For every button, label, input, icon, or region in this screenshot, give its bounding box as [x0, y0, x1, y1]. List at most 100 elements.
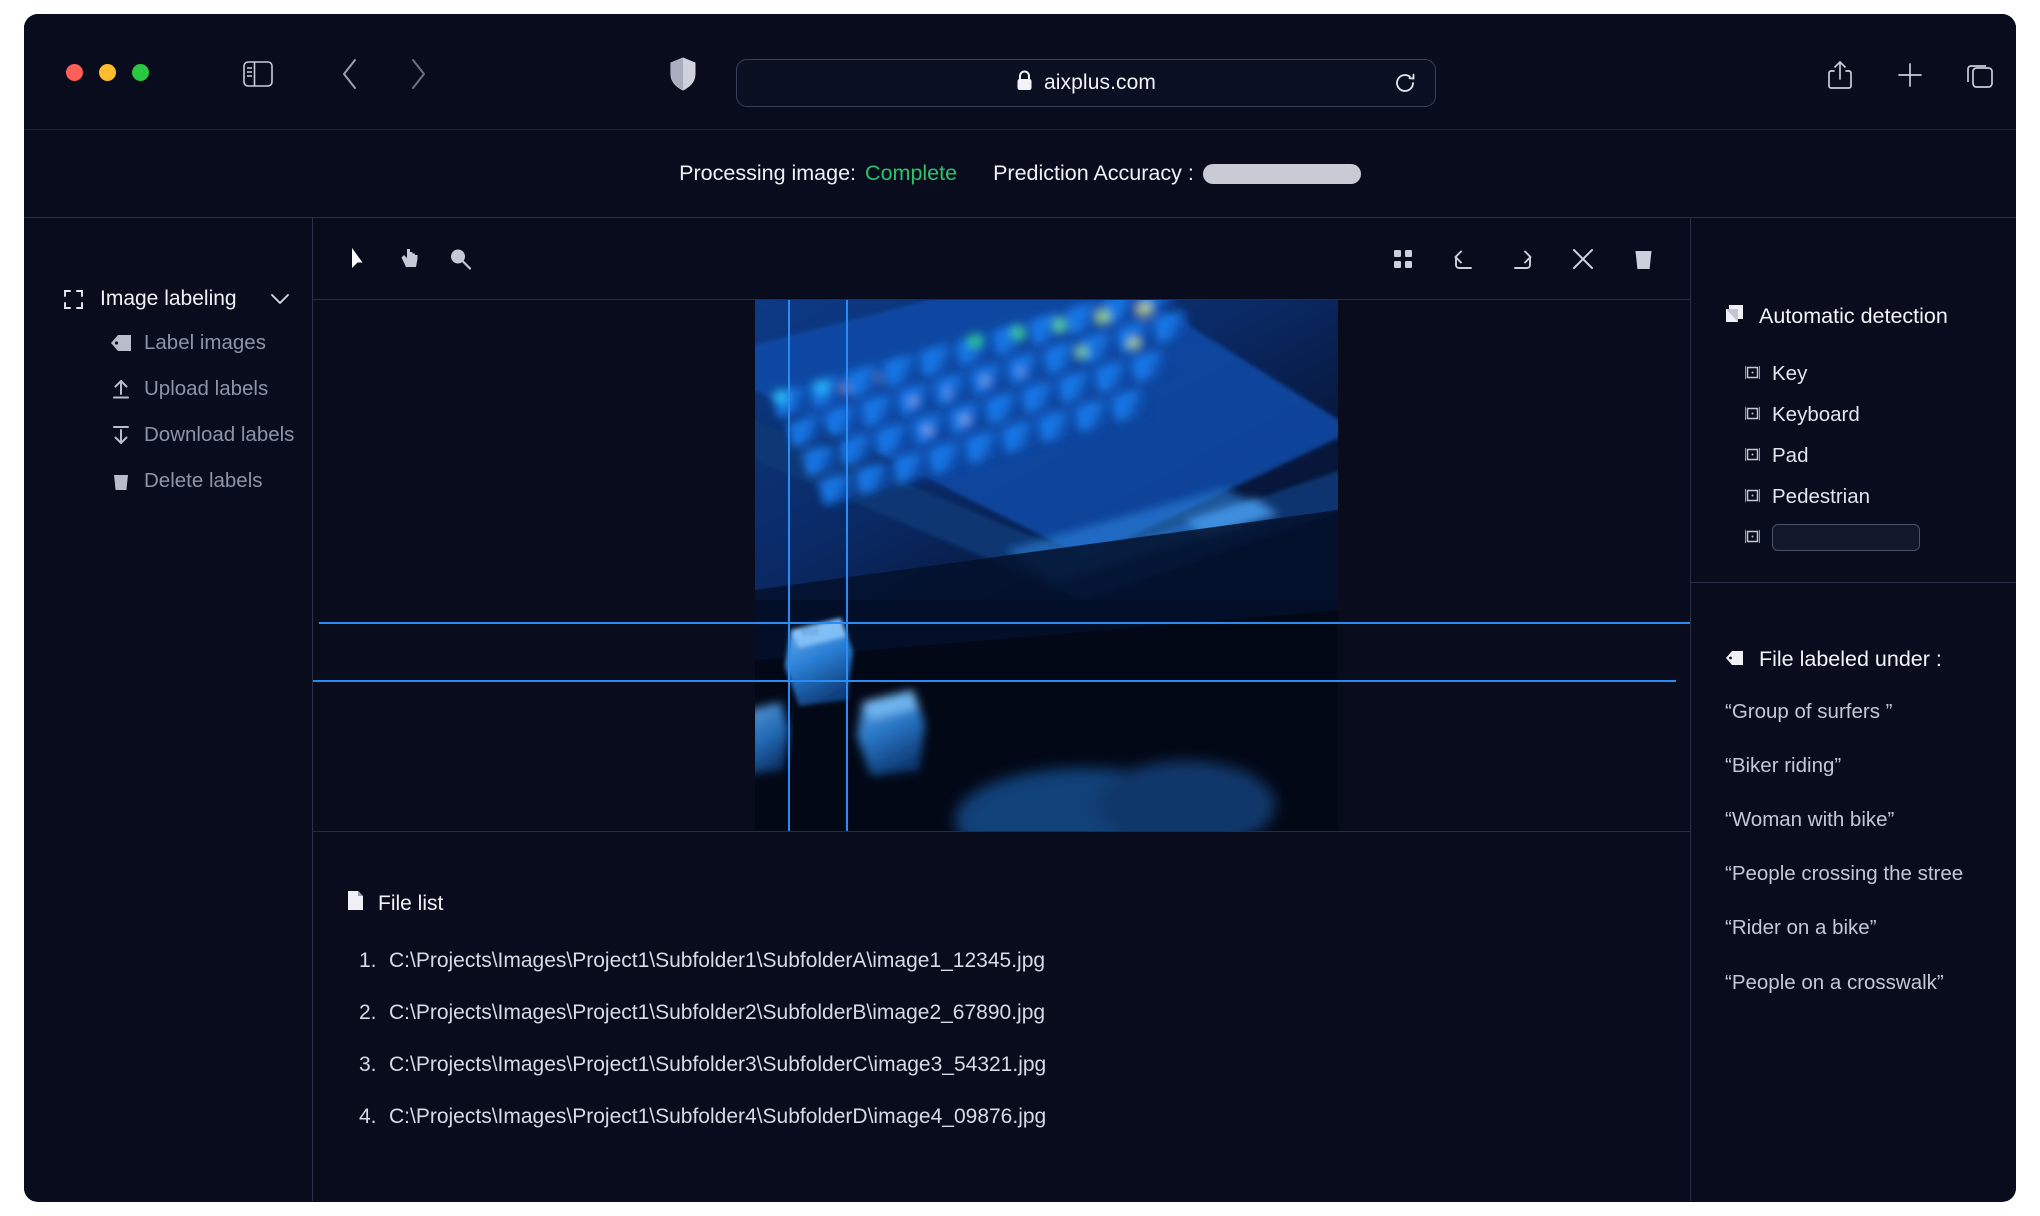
bbox-icon: [1744, 403, 1761, 427]
layers-icon: [1725, 304, 1744, 329]
file-list-title: File list: [378, 891, 444, 915]
tag-icon: [110, 334, 132, 352]
file-path: C:\Projects\Images\Project1\Subfolder3\S…: [389, 1053, 1047, 1076]
close-x-icon[interactable]: [1570, 246, 1596, 272]
trash-icon[interactable]: [1630, 246, 1656, 272]
trash-icon: [110, 472, 132, 491]
share-icon[interactable]: [1824, 58, 1856, 92]
forward-button[interactable]: [402, 57, 434, 91]
guide-line-vertical[interactable]: [788, 300, 790, 831]
file-path: C:\Projects\Images\Project1\Subfolder1\S…: [389, 949, 1046, 972]
detection-item-label: Pedestrian: [1772, 484, 1871, 508]
bbox-icon: [1744, 444, 1761, 468]
detection-item-pad[interactable]: Pad: [1725, 435, 2016, 476]
canvas-toolbar: [313, 218, 1690, 300]
list-item[interactable]: 2. C:\Projects\Images\Project1\Subfolder…: [347, 1001, 1690, 1025]
automatic-detection-title: Automatic detection: [1759, 304, 1948, 328]
detection-item-keyboard[interactable]: Keyboard: [1725, 394, 2016, 435]
file-path: C:\Projects\Images\Project1\Subfolder4\S…: [389, 1105, 1047, 1128]
detection-item-label: Keyboard: [1772, 402, 1860, 426]
processing-value: Complete: [865, 161, 958, 185]
sidebar-item-label-images[interactable]: Label images: [24, 320, 312, 366]
tag-icon: [1725, 647, 1744, 672]
shield-icon[interactable]: [668, 56, 698, 92]
undo-arrow-icon[interactable]: [1450, 246, 1476, 272]
tabs-icon[interactable]: [1964, 59, 1996, 91]
prediction-accuracy: Prediction Accuracy :: [993, 161, 1361, 186]
bbox-icon: [1744, 526, 1761, 550]
file-labeled-under-panel: File labeled under : “Group of surfers ”…: [1691, 583, 2016, 1201]
label-chip[interactable]: “People crossing the stree: [1725, 858, 1983, 890]
detection-item-key[interactable]: Key: [1725, 353, 2016, 394]
new-detection-label-input[interactable]: [1772, 524, 1920, 551]
crop-frame-icon: [64, 289, 83, 309]
grid-icon[interactable]: [1390, 246, 1416, 272]
detection-item-label: Pad: [1772, 443, 1809, 467]
chevron-down-icon[interactable]: [270, 293, 290, 305]
detection-item-pedestrian[interactable]: Pedestrian: [1725, 476, 2016, 517]
accuracy-label: Prediction Accuracy :: [993, 161, 1194, 185]
reload-icon[interactable]: [1393, 71, 1417, 95]
sidebar-item-delete-labels[interactable]: Delete labels: [24, 458, 312, 504]
label-chip[interactable]: “People on a crosswalk”: [1725, 966, 1983, 999]
browser-window: aixplus.com Processing image: Complete P…: [24, 14, 2016, 1202]
file-index: 2.: [359, 1001, 377, 1024]
guide-line-horizontal[interactable]: [319, 622, 1690, 624]
close-window-button[interactable]: [66, 64, 83, 81]
sidebar-item-label: Label images: [144, 331, 266, 354]
list-item[interactable]: 4. C:\Projects\Images\Project1\Subfolder…: [347, 1105, 1690, 1129]
maximize-window-button[interactable]: [132, 64, 149, 81]
file-index: 4.: [359, 1105, 377, 1128]
file-list: 1. C:\Projects\Images\Project1\Subfolder…: [347, 949, 1690, 1129]
browser-toolbar: aixplus.com: [24, 14, 2016, 130]
label-chip[interactable]: “Rider on a bike”: [1725, 912, 1983, 944]
file-path: C:\Projects\Images\Project1\Subfolder2\S…: [389, 1001, 1046, 1024]
sidebar-item-upload-labels[interactable]: Upload labels: [24, 366, 312, 412]
guide-line-horizontal[interactable]: [313, 680, 1676, 682]
right-panel: Automatic detection Key Keyboard Pad Ped…: [1691, 218, 2016, 1201]
sidebar-toggle-icon[interactable]: [240, 58, 276, 90]
detection-item-label: Key: [1772, 361, 1808, 385]
sidebar-item-label: Delete labels: [144, 469, 263, 492]
file-list-panel: File list 1. C:\Projects\Images\Project1…: [313, 832, 1690, 1201]
file-index: 3.: [359, 1053, 377, 1076]
new-tab-icon[interactable]: [1894, 58, 1926, 92]
address-bar[interactable]: aixplus.com: [736, 59, 1436, 107]
workspace: HJ KL NM UI F11 File list 1. C:\Projects…: [313, 218, 1691, 1201]
detection-new-entry-row[interactable]: [1725, 517, 2016, 558]
hand-pointer-icon[interactable]: [397, 246, 423, 272]
list-item[interactable]: 1. C:\Projects\Images\Project1\Subfolder…: [347, 949, 1690, 973]
sidebar-item-download-labels[interactable]: Download labels: [24, 412, 312, 458]
lock-icon: [1016, 70, 1033, 96]
bbox-icon: [1744, 485, 1761, 509]
file-list-header: File list: [347, 890, 1690, 917]
label-chip[interactable]: “Group of surfers ”: [1725, 696, 1983, 728]
back-button[interactable]: [334, 57, 366, 91]
minimize-window-button[interactable]: [99, 64, 116, 81]
automatic-detection-header: Automatic detection: [1725, 304, 2016, 329]
sidebar-section-image-labeling[interactable]: Image labeling: [24, 278, 312, 320]
upload-arrow-icon: [110, 379, 132, 399]
label-chip[interactable]: “Biker riding”: [1725, 750, 1983, 782]
redo-arrow-icon[interactable]: [1510, 246, 1536, 272]
accuracy-progress-bar: [1202, 163, 1361, 184]
file-labeled-under-title: File labeled under :: [1759, 647, 1942, 671]
bbox-icon: [1744, 362, 1761, 386]
magnifier-icon[interactable]: [447, 246, 473, 272]
automatic-detection-panel: Automatic detection Key Keyboard Pad Ped…: [1691, 218, 2016, 583]
sidebar-item-label: Download labels: [144, 423, 295, 446]
list-item[interactable]: 3. C:\Projects\Images\Project1\Subfolder…: [347, 1053, 1690, 1077]
file-labeled-under-header: File labeled under :: [1725, 647, 2016, 672]
cursor-arrow-icon[interactable]: [347, 246, 373, 272]
processing-status: Processing image: Complete: [679, 161, 957, 186]
label-chip[interactable]: “Woman with bike”: [1725, 804, 1983, 836]
sidebar-header-label: Image labeling: [100, 287, 237, 310]
image-canvas[interactable]: HJ KL NM UI F11: [313, 300, 1690, 832]
processing-label: Processing image:: [679, 161, 857, 185]
guide-line-vertical[interactable]: [846, 300, 848, 831]
labeled-image[interactable]: HJ KL NM UI F11: [755, 300, 1338, 831]
file-index: 1.: [359, 949, 377, 972]
download-arrow-icon: [110, 425, 132, 445]
sidebar-item-label: Upload labels: [144, 377, 269, 400]
window-controls: [66, 64, 149, 81]
